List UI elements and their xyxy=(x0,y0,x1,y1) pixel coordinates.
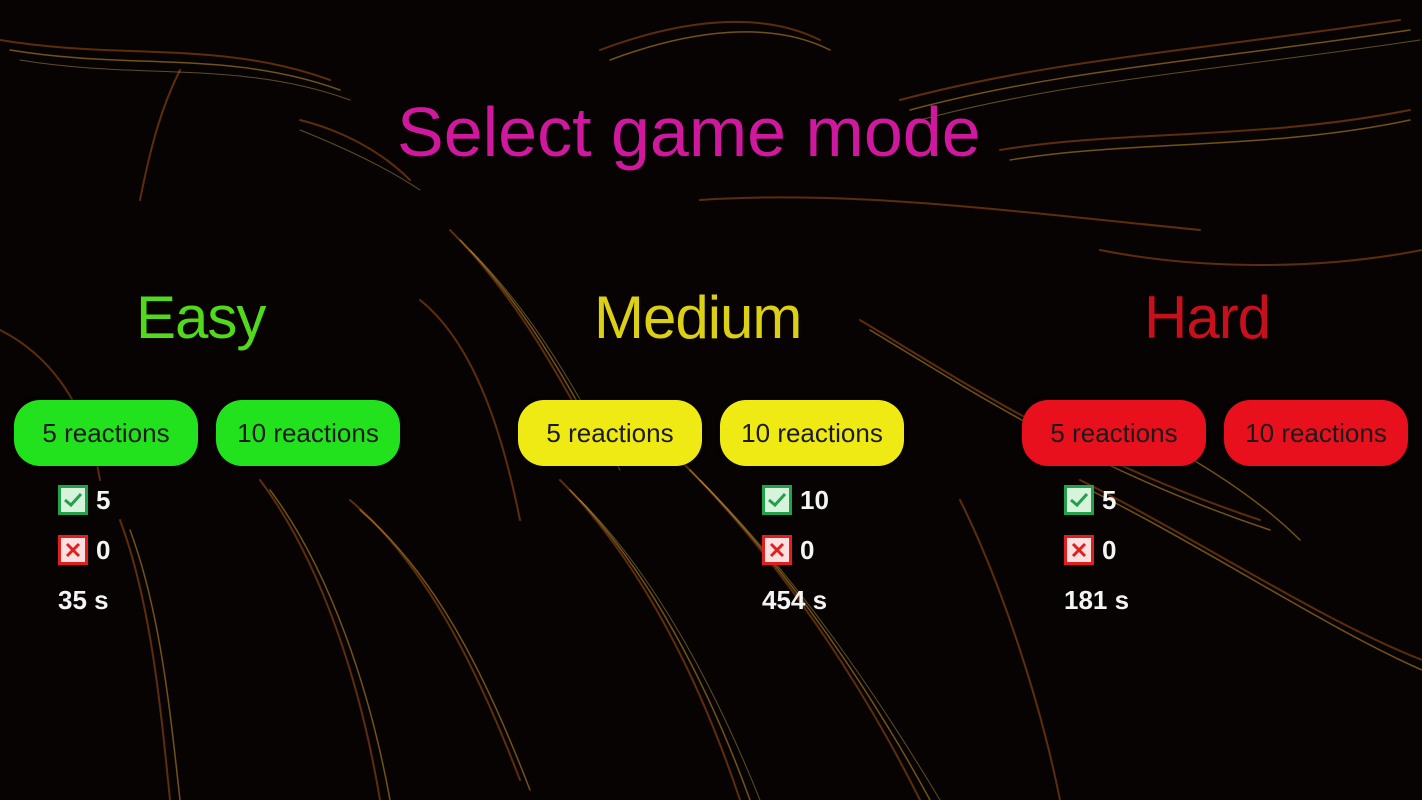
time-value: 181 s xyxy=(1064,584,1130,615)
correct-row: 5 xyxy=(1064,484,1129,516)
page-title: Select game mode xyxy=(397,93,981,171)
check-icon xyxy=(1064,485,1094,515)
wrong-row: 0 xyxy=(58,534,110,566)
mode-title-hard: Hard xyxy=(1144,284,1271,351)
easy-5-reactions-button[interactable]: 5 reactions xyxy=(14,400,198,466)
correct-row: 10 xyxy=(762,484,829,516)
cross-icon xyxy=(1064,535,1094,565)
hard-5-reactions-button[interactable]: 5 reactions xyxy=(1022,400,1206,466)
easy-10-reactions-button[interactable]: 10 reactions xyxy=(216,400,400,466)
wrong-count: 0 xyxy=(800,534,815,565)
time-value: 454 s xyxy=(762,584,828,615)
correct-count: 5 xyxy=(1102,484,1117,515)
easy-stats: 5 0 35 s xyxy=(58,484,110,616)
medium-5-reactions-button[interactable]: 5 reactions xyxy=(518,400,702,466)
hard-10-reactions-button[interactable]: 10 reactions xyxy=(1224,400,1408,466)
wrong-count: 0 xyxy=(96,534,111,565)
game-mode-screen: Select game mode Easy 5 reactions 10 rea… xyxy=(0,0,1422,800)
cross-icon xyxy=(58,535,88,565)
correct-row: 5 xyxy=(58,484,110,516)
mode-title-easy: Easy xyxy=(136,284,266,351)
correct-count: 10 xyxy=(800,484,829,515)
wrong-row: 0 xyxy=(1064,534,1129,566)
wrong-count: 0 xyxy=(1102,534,1117,565)
medium-stats: 10 0 454 s xyxy=(762,484,829,616)
cross-icon xyxy=(762,535,792,565)
check-icon xyxy=(762,485,792,515)
correct-count: 5 xyxy=(96,484,111,515)
hard-stats: 5 0 181 s xyxy=(1064,484,1129,616)
check-icon xyxy=(58,485,88,515)
mode-title-medium: Medium xyxy=(594,284,802,351)
time-value: 35 s xyxy=(58,584,109,615)
wrong-row: 0 xyxy=(762,534,829,566)
medium-10-reactions-button[interactable]: 10 reactions xyxy=(720,400,904,466)
